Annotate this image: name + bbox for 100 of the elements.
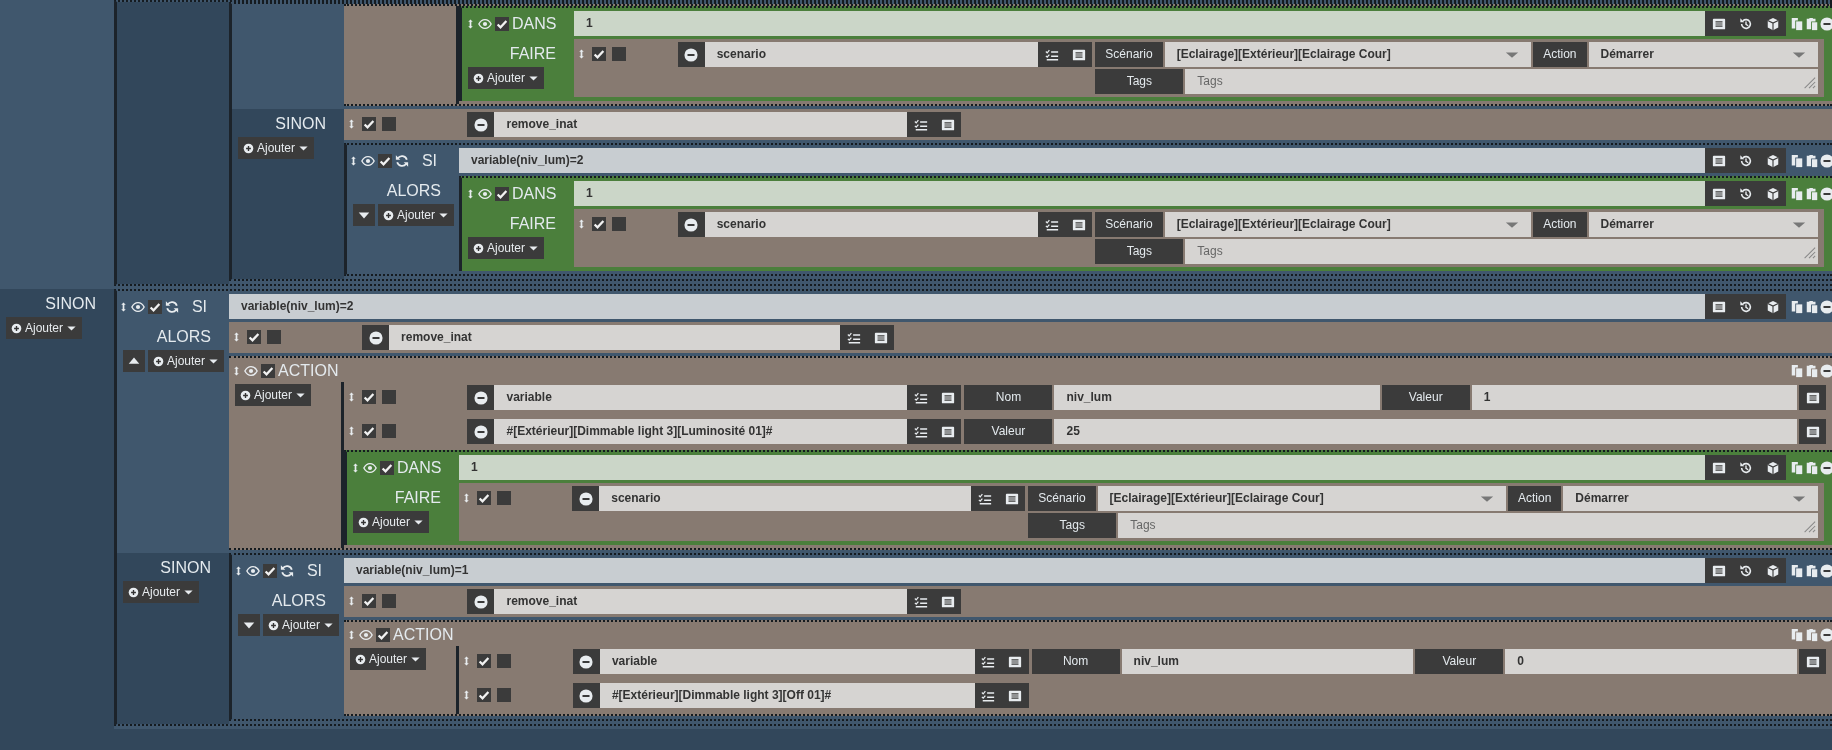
- select-command-button[interactable]: [907, 385, 935, 410]
- add-button[interactable]: Ajouter: [468, 67, 545, 89]
- parameter-field[interactable]: 1: [1471, 385, 1797, 410]
- command-field[interactable]: remove_inat: [494, 112, 908, 137]
- add-button[interactable]: Ajouter: [353, 511, 430, 533]
- expand-button[interactable]: [353, 204, 375, 226]
- enable-checkbox[interactable]: [362, 117, 376, 131]
- parameter-field[interactable]: 25: [1054, 419, 1797, 444]
- options-button[interactable]: [934, 112, 962, 137]
- remove-button[interactable]: [572, 649, 600, 674]
- add-button[interactable]: Ajouter: [235, 384, 312, 406]
- command-field[interactable]: scenario: [599, 486, 972, 511]
- select-field[interactable]: Démarrer: [1588, 42, 1818, 67]
- options-button[interactable]: [1799, 419, 1826, 444]
- options-button[interactable]: [1001, 649, 1029, 674]
- remove-button[interactable]: [467, 589, 495, 614]
- remove-button[interactable]: [677, 212, 705, 237]
- options-button[interactable]: [934, 385, 962, 410]
- command-field[interactable]: variable: [599, 649, 975, 674]
- options-button[interactable]: [1001, 683, 1029, 708]
- add-button[interactable]: Ajouter: [148, 350, 225, 372]
- options-button[interactable]: [934, 589, 962, 614]
- add-button[interactable]: Ajouter: [123, 581, 200, 603]
- remove-button[interactable]: [467, 112, 495, 137]
- enable-checkbox[interactable]: [362, 390, 376, 404]
- options-button[interactable]: [998, 486, 1026, 511]
- select-field[interactable]: Démarrer: [1563, 486, 1818, 511]
- background-checkbox[interactable]: [612, 47, 626, 61]
- enable-checkbox[interactable]: [378, 153, 392, 168]
- remove-button[interactable]: [467, 385, 495, 410]
- select-command-button[interactable]: [1038, 42, 1066, 67]
- background-checkbox[interactable]: [497, 654, 511, 668]
- add-button[interactable]: Ajouter: [263, 614, 340, 636]
- options-button[interactable]: [1799, 385, 1826, 410]
- delay-field[interactable]: 1: [574, 11, 1705, 36]
- command-field[interactable]: #[Extérieur][Dimmable light 3][Off 01]#: [599, 683, 975, 708]
- command-field[interactable]: remove_inat: [389, 325, 841, 350]
- enable-checkbox[interactable]: [380, 460, 394, 475]
- select-command-button[interactable]: [974, 649, 1002, 674]
- remove-button[interactable]: [572, 486, 600, 511]
- select-field[interactable]: [Eclairage][Extérieur][Eclairage Cour]: [1097, 486, 1506, 511]
- select-command-button[interactable]: [840, 325, 868, 350]
- add-button[interactable]: Ajouter: [238, 137, 315, 159]
- enable-checkbox[interactable]: [477, 688, 491, 702]
- enable-checkbox[interactable]: [148, 299, 162, 314]
- options-button[interactable]: [1799, 649, 1826, 674]
- remove-button[interactable]: [362, 325, 390, 350]
- condition-field[interactable]: variable(niv_lum)=2: [229, 294, 1705, 319]
- enable-checkbox[interactable]: [247, 330, 261, 344]
- remove-button[interactable]: [677, 42, 705, 67]
- command-field[interactable]: scenario: [704, 42, 1039, 67]
- background-checkbox[interactable]: [382, 390, 396, 404]
- select-field[interactable]: [Eclairage][Extérieur][Eclairage Cour]: [1164, 212, 1532, 237]
- tags-field[interactable]: Tags: [1118, 513, 1818, 538]
- enable-checkbox[interactable]: [495, 16, 509, 31]
- options-button[interactable]: [934, 419, 962, 444]
- enable-checkbox[interactable]: [261, 364, 275, 378]
- options-button[interactable]: [1065, 212, 1093, 237]
- background-checkbox[interactable]: [612, 217, 626, 231]
- enable-checkbox[interactable]: [263, 563, 277, 578]
- add-button[interactable]: Ajouter: [378, 204, 455, 226]
- select-command-button[interactable]: [907, 112, 935, 137]
- options-button[interactable]: [867, 325, 895, 350]
- parameter-field[interactable]: niv_lum: [1054, 385, 1380, 410]
- parameter-field[interactable]: 0: [1505, 649, 1797, 674]
- enable-checkbox[interactable]: [592, 217, 606, 231]
- enable-checkbox[interactable]: [376, 628, 390, 642]
- select-field[interactable]: [Eclairage][Extérieur][Eclairage Cour]: [1164, 42, 1532, 67]
- enable-checkbox[interactable]: [362, 424, 376, 438]
- select-command-button[interactable]: [971, 486, 999, 511]
- background-checkbox[interactable]: [382, 424, 396, 438]
- collapse-button[interactable]: [123, 350, 145, 372]
- select-command-button[interactable]: [974, 683, 1002, 708]
- delay-field[interactable]: 1: [459, 455, 1705, 480]
- enable-checkbox[interactable]: [477, 654, 491, 668]
- command-field[interactable]: remove_inat: [494, 589, 908, 614]
- command-field[interactable]: scenario: [704, 212, 1039, 237]
- add-button[interactable]: Ajouter: [6, 317, 83, 339]
- tags-field[interactable]: Tags: [1185, 69, 1818, 94]
- parameter-field[interactable]: niv_lum: [1121, 649, 1414, 674]
- add-button[interactable]: Ajouter: [350, 648, 427, 670]
- enable-checkbox[interactable]: [495, 186, 509, 201]
- tags-field[interactable]: Tags: [1185, 239, 1818, 264]
- select-command-button[interactable]: [907, 419, 935, 444]
- enable-checkbox[interactable]: [362, 594, 376, 608]
- condition-field[interactable]: variable(niv_lum)=2: [459, 148, 1705, 173]
- remove-button[interactable]: [467, 419, 495, 444]
- enable-checkbox[interactable]: [477, 491, 491, 505]
- select-field[interactable]: Démarrer: [1588, 212, 1818, 237]
- background-checkbox[interactable]: [497, 688, 511, 702]
- background-checkbox[interactable]: [382, 594, 396, 608]
- background-checkbox[interactable]: [497, 491, 511, 505]
- command-field[interactable]: variable: [494, 385, 908, 410]
- command-field[interactable]: #[Extérieur][Dimmable light 3][Luminosité 01]#: [494, 419, 908, 444]
- delay-field[interactable]: 1: [574, 181, 1705, 206]
- select-command-button[interactable]: [1038, 212, 1066, 237]
- background-checkbox[interactable]: [382, 117, 396, 131]
- enable-checkbox[interactable]: [592, 47, 606, 61]
- options-button[interactable]: [1065, 42, 1093, 67]
- expand-button[interactable]: [238, 614, 260, 636]
